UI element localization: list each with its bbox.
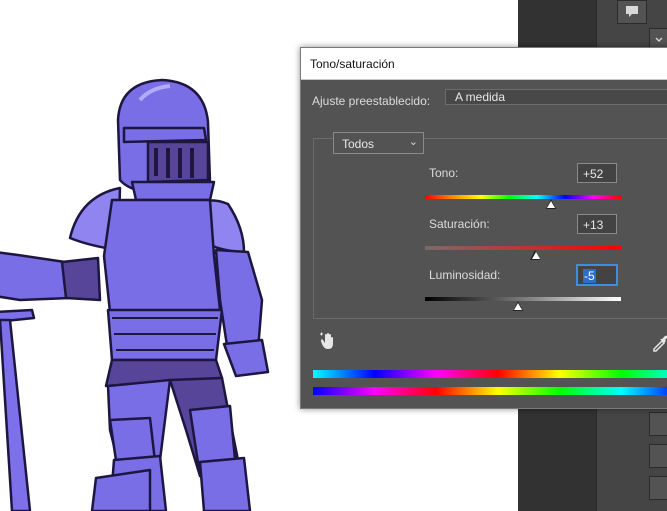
lightness-label: Luminosidad: [429, 268, 501, 282]
preset-label: Ajuste preestablecido: [312, 94, 431, 108]
saturation-label: Saturación: [429, 217, 490, 231]
chevron-down-icon: ⌄ [408, 136, 418, 148]
eyedropper-button[interactable] [651, 332, 667, 357]
panel-button-4[interactable] [649, 444, 667, 468]
lightness-input[interactable]: -5 [577, 265, 617, 285]
saturation-track[interactable] [425, 246, 621, 250]
hand-adjust-icon [320, 332, 333, 349]
hue-slider-thumb[interactable] [545, 199, 557, 210]
hue-input[interactable]: +52 [577, 163, 617, 183]
panel-button-3[interactable] [649, 412, 667, 436]
hue-label: Tono: [429, 166, 459, 180]
eyedropper-icon [653, 335, 667, 352]
comment-icon [626, 6, 638, 17]
channel-select[interactable]: Todos ⌄ [333, 132, 424, 154]
chevron-down-icon [655, 37, 663, 43]
preset-select[interactable]: A medida [445, 89, 667, 105]
hue-saturation-dialog: Tono/saturación Ajuste preestablecido: A… [300, 47, 667, 409]
output-hue-bar [313, 387, 667, 395]
comment-button[interactable] [617, 0, 647, 24]
hand-adjust-button[interactable] [319, 332, 337, 357]
dialog-title: Tono/saturación [310, 57, 395, 71]
preset-value: A medida [455, 90, 506, 104]
saturation-slider-thumb[interactable] [530, 250, 541, 261]
saturation-input[interactable]: +13 [577, 214, 617, 234]
panel-button-5[interactable] [649, 476, 667, 500]
hue-track[interactable] [425, 195, 621, 199]
channel-value: Todos [342, 137, 375, 151]
input-hue-bar [313, 370, 667, 378]
dialog-titlebar[interactable]: Tono/saturación [301, 48, 667, 80]
lightness-slider-thumb[interactable] [512, 301, 524, 312]
